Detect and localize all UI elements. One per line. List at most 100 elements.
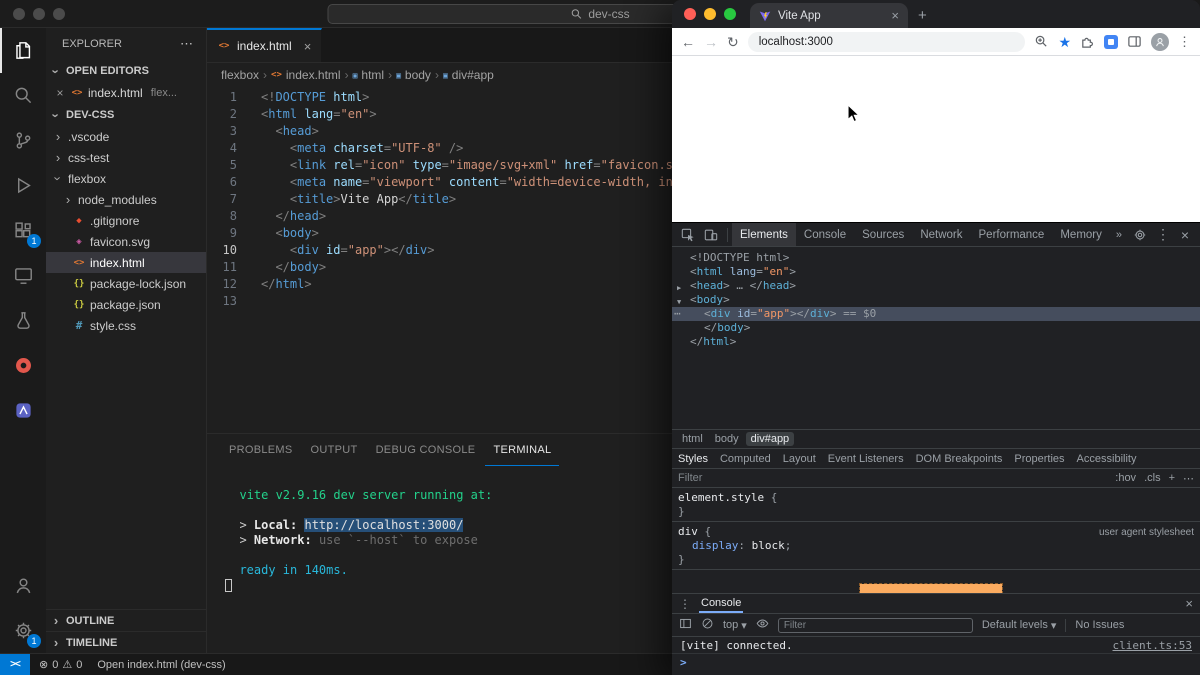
bookmark-star-icon[interactable]: ★ <box>1058 35 1071 49</box>
tree-item-flexbox[interactable]: › flexbox <box>46 168 206 189</box>
back-icon[interactable]: ← <box>681 35 695 49</box>
profile-avatar[interactable] <box>1151 32 1169 51</box>
minimize-window-icon[interactable] <box>704 8 716 20</box>
devtools-tab-network[interactable]: Network <box>912 223 970 246</box>
clear-console-icon[interactable] <box>701 617 714 633</box>
more-actions-icon[interactable]: ⋯ <box>180 36 194 52</box>
forward-icon[interactable]: → <box>704 35 718 49</box>
source-control-icon[interactable] <box>0 118 46 163</box>
breadcrumb-body[interactable]: ▣ body <box>396 68 431 82</box>
dom-crumb-html[interactable]: html <box>677 432 708 446</box>
extensions-icon[interactable]: 1 <box>0 208 46 253</box>
status-message[interactable]: Open index.html (dev-css) <box>91 659 231 671</box>
devtools-tab-console[interactable]: Console <box>796 223 854 246</box>
dom-node[interactable]: ▶ <head> … </head> <box>672 279 1200 293</box>
terminal-link[interactable]: http://localhost:3000/ <box>304 518 464 532</box>
inspect-element-icon[interactable] <box>676 223 700 247</box>
console-filter-input[interactable] <box>783 619 967 631</box>
search-icon[interactable] <box>0 73 46 118</box>
settings-gear-icon[interactable]: 1 <box>0 608 46 653</box>
panel-tab-debug-console[interactable]: DEBUG CONSOLE <box>368 434 484 466</box>
devtools-tab-performance[interactable]: Performance <box>971 223 1053 246</box>
close-devtools-icon[interactable]: × <box>1174 227 1196 243</box>
device-toolbar-icon[interactable] <box>700 223 724 247</box>
dom-node[interactable]: ⋯ <div id="app"></div> == $0 <box>672 307 1200 321</box>
styles-tab-dom-breakpoints[interactable]: DOM Breakpoints <box>910 453 1009 465</box>
dom-node[interactable]: </html> <box>672 335 1200 349</box>
tree-item-package-lock-json[interactable]: {} package-lock.json <box>46 273 206 294</box>
workspace-section[interactable]: › DEV-CSS <box>46 104 206 126</box>
devtools-settings-gear-icon[interactable] <box>1128 223 1152 247</box>
devtools-tab-elements[interactable]: Elements <box>731 223 796 246</box>
dom-crumb-body[interactable]: body <box>710 432 744 446</box>
more-options-icon[interactable]: ⋯ <box>1183 472 1194 485</box>
context-selector[interactable]: top ▾ <box>723 619 747 632</box>
timeline-section[interactable]: › TIMELINE <box>46 631 206 653</box>
drawer-kebab-icon[interactable]: ⋮ <box>679 597 691 611</box>
close-tab-icon[interactable]: × <box>304 39 312 54</box>
close-window-icon[interactable] <box>13 8 25 20</box>
css-rule[interactable]: div {user agent stylesheet display: block… <box>672 522 1200 570</box>
devtools-tab-memory[interactable]: Memory <box>1052 223 1110 246</box>
tree-item-css-test[interactable]: › css-test <box>46 147 206 168</box>
styles-tab-accessibility[interactable]: Accessibility <box>1071 453 1143 465</box>
close-window-icon[interactable] <box>684 8 696 20</box>
extension-purple-icon[interactable] <box>0 388 46 433</box>
problems-status[interactable]: ⊗ 0 ⚠ 0 <box>30 658 91 672</box>
breadcrumb-flexbox[interactable]: flexbox <box>221 68 259 82</box>
styles-tab-styles[interactable]: Styles <box>672 453 714 465</box>
tree-item-favicon-svg[interactable]: ◈ favicon.svg <box>46 231 206 252</box>
reload-icon[interactable]: ↻ <box>727 35 739 49</box>
address-bar[interactable]: localhost:3000 <box>747 31 1026 52</box>
breadcrumb-html[interactable]: ▣ html <box>353 68 385 82</box>
minimize-window-icon[interactable] <box>33 8 45 20</box>
open-editors-section[interactable]: › OPEN EDITORS <box>46 60 206 82</box>
dom-node[interactable]: </body> <box>672 321 1200 335</box>
dom-node[interactable]: <html lang="en"> <box>672 265 1200 279</box>
live-expression-eye-icon[interactable] <box>756 617 769 633</box>
panel-tab-output[interactable]: OUTPUT <box>303 434 366 466</box>
account-icon[interactable] <box>0 563 46 608</box>
dom-node[interactable]: <!DOCTYPE html> <box>672 251 1200 265</box>
explorer-icon[interactable] <box>0 28 46 73</box>
remote-explorer-icon[interactable] <box>0 253 46 298</box>
panel-tab-problems[interactable]: PROBLEMS <box>221 434 301 466</box>
styles-tab-event-listeners[interactable]: Event Listeners <box>822 453 910 465</box>
side-panel-icon[interactable] <box>1127 34 1142 49</box>
chrome-window-controls[interactable] <box>684 8 736 20</box>
vscode-window-controls[interactable] <box>13 8 65 20</box>
menu-kebab-icon[interactable]: ⋮ <box>1178 34 1191 50</box>
console-sidebar-icon[interactable] <box>679 617 692 633</box>
drawer-tab-console[interactable]: Console <box>699 594 744 613</box>
panel-tab-terminal[interactable]: TERMINAL <box>485 434 559 466</box>
css-rule[interactable]: element.style {} <box>672 488 1200 522</box>
breadcrumb-index-html[interactable]: <> index.html <box>271 68 341 82</box>
tab-index-html[interactable]: <> index.html × <box>207 28 323 62</box>
tree-item-vscode[interactable]: › .vscode <box>46 126 206 147</box>
styles-tab-layout[interactable]: Layout <box>777 453 822 465</box>
console-source-link[interactable]: client.ts:53 <box>1113 639 1192 652</box>
breadcrumb-div-app[interactable]: ▣ div#app <box>443 68 494 82</box>
zoom-icon[interactable] <box>1034 34 1049 49</box>
devtools-kebab-icon[interactable]: ⋮ <box>1152 226 1174 243</box>
zoom-window-icon[interactable] <box>724 8 736 20</box>
tree-item-index-html[interactable]: <> index.html <box>46 252 206 273</box>
toggle-element-state-button[interactable]: :hov <box>1115 472 1136 484</box>
open-editor-index-html[interactable]: × <> index.html flex... <box>46 82 206 104</box>
new-tab-icon[interactable]: + <box>918 7 927 24</box>
tree-item-style-css[interactable]: # style.css <box>46 315 206 336</box>
tree-item-package-json[interactable]: {} package.json <box>46 294 206 315</box>
close-drawer-icon[interactable]: × <box>1185 596 1193 611</box>
issues-counter[interactable]: No Issues <box>1075 619 1124 631</box>
devtools-tab-sources[interactable]: Sources <box>854 223 912 246</box>
console-prompt[interactable]: > <box>672 654 1200 671</box>
log-levels-dropdown[interactable]: Default levels ▾ <box>982 619 1057 632</box>
styles-tab-properties[interactable]: Properties <box>1008 453 1070 465</box>
dom-node[interactable]: ▼ <body> <box>672 293 1200 307</box>
close-editor-icon[interactable]: × <box>54 86 66 100</box>
remote-indicator[interactable]: >< <box>0 654 30 675</box>
outline-section[interactable]: › OUTLINE <box>46 609 206 631</box>
extensions-puzzle-icon[interactable] <box>1080 34 1095 49</box>
zoom-window-icon[interactable] <box>53 8 65 20</box>
extension-icon[interactable] <box>1104 34 1118 49</box>
